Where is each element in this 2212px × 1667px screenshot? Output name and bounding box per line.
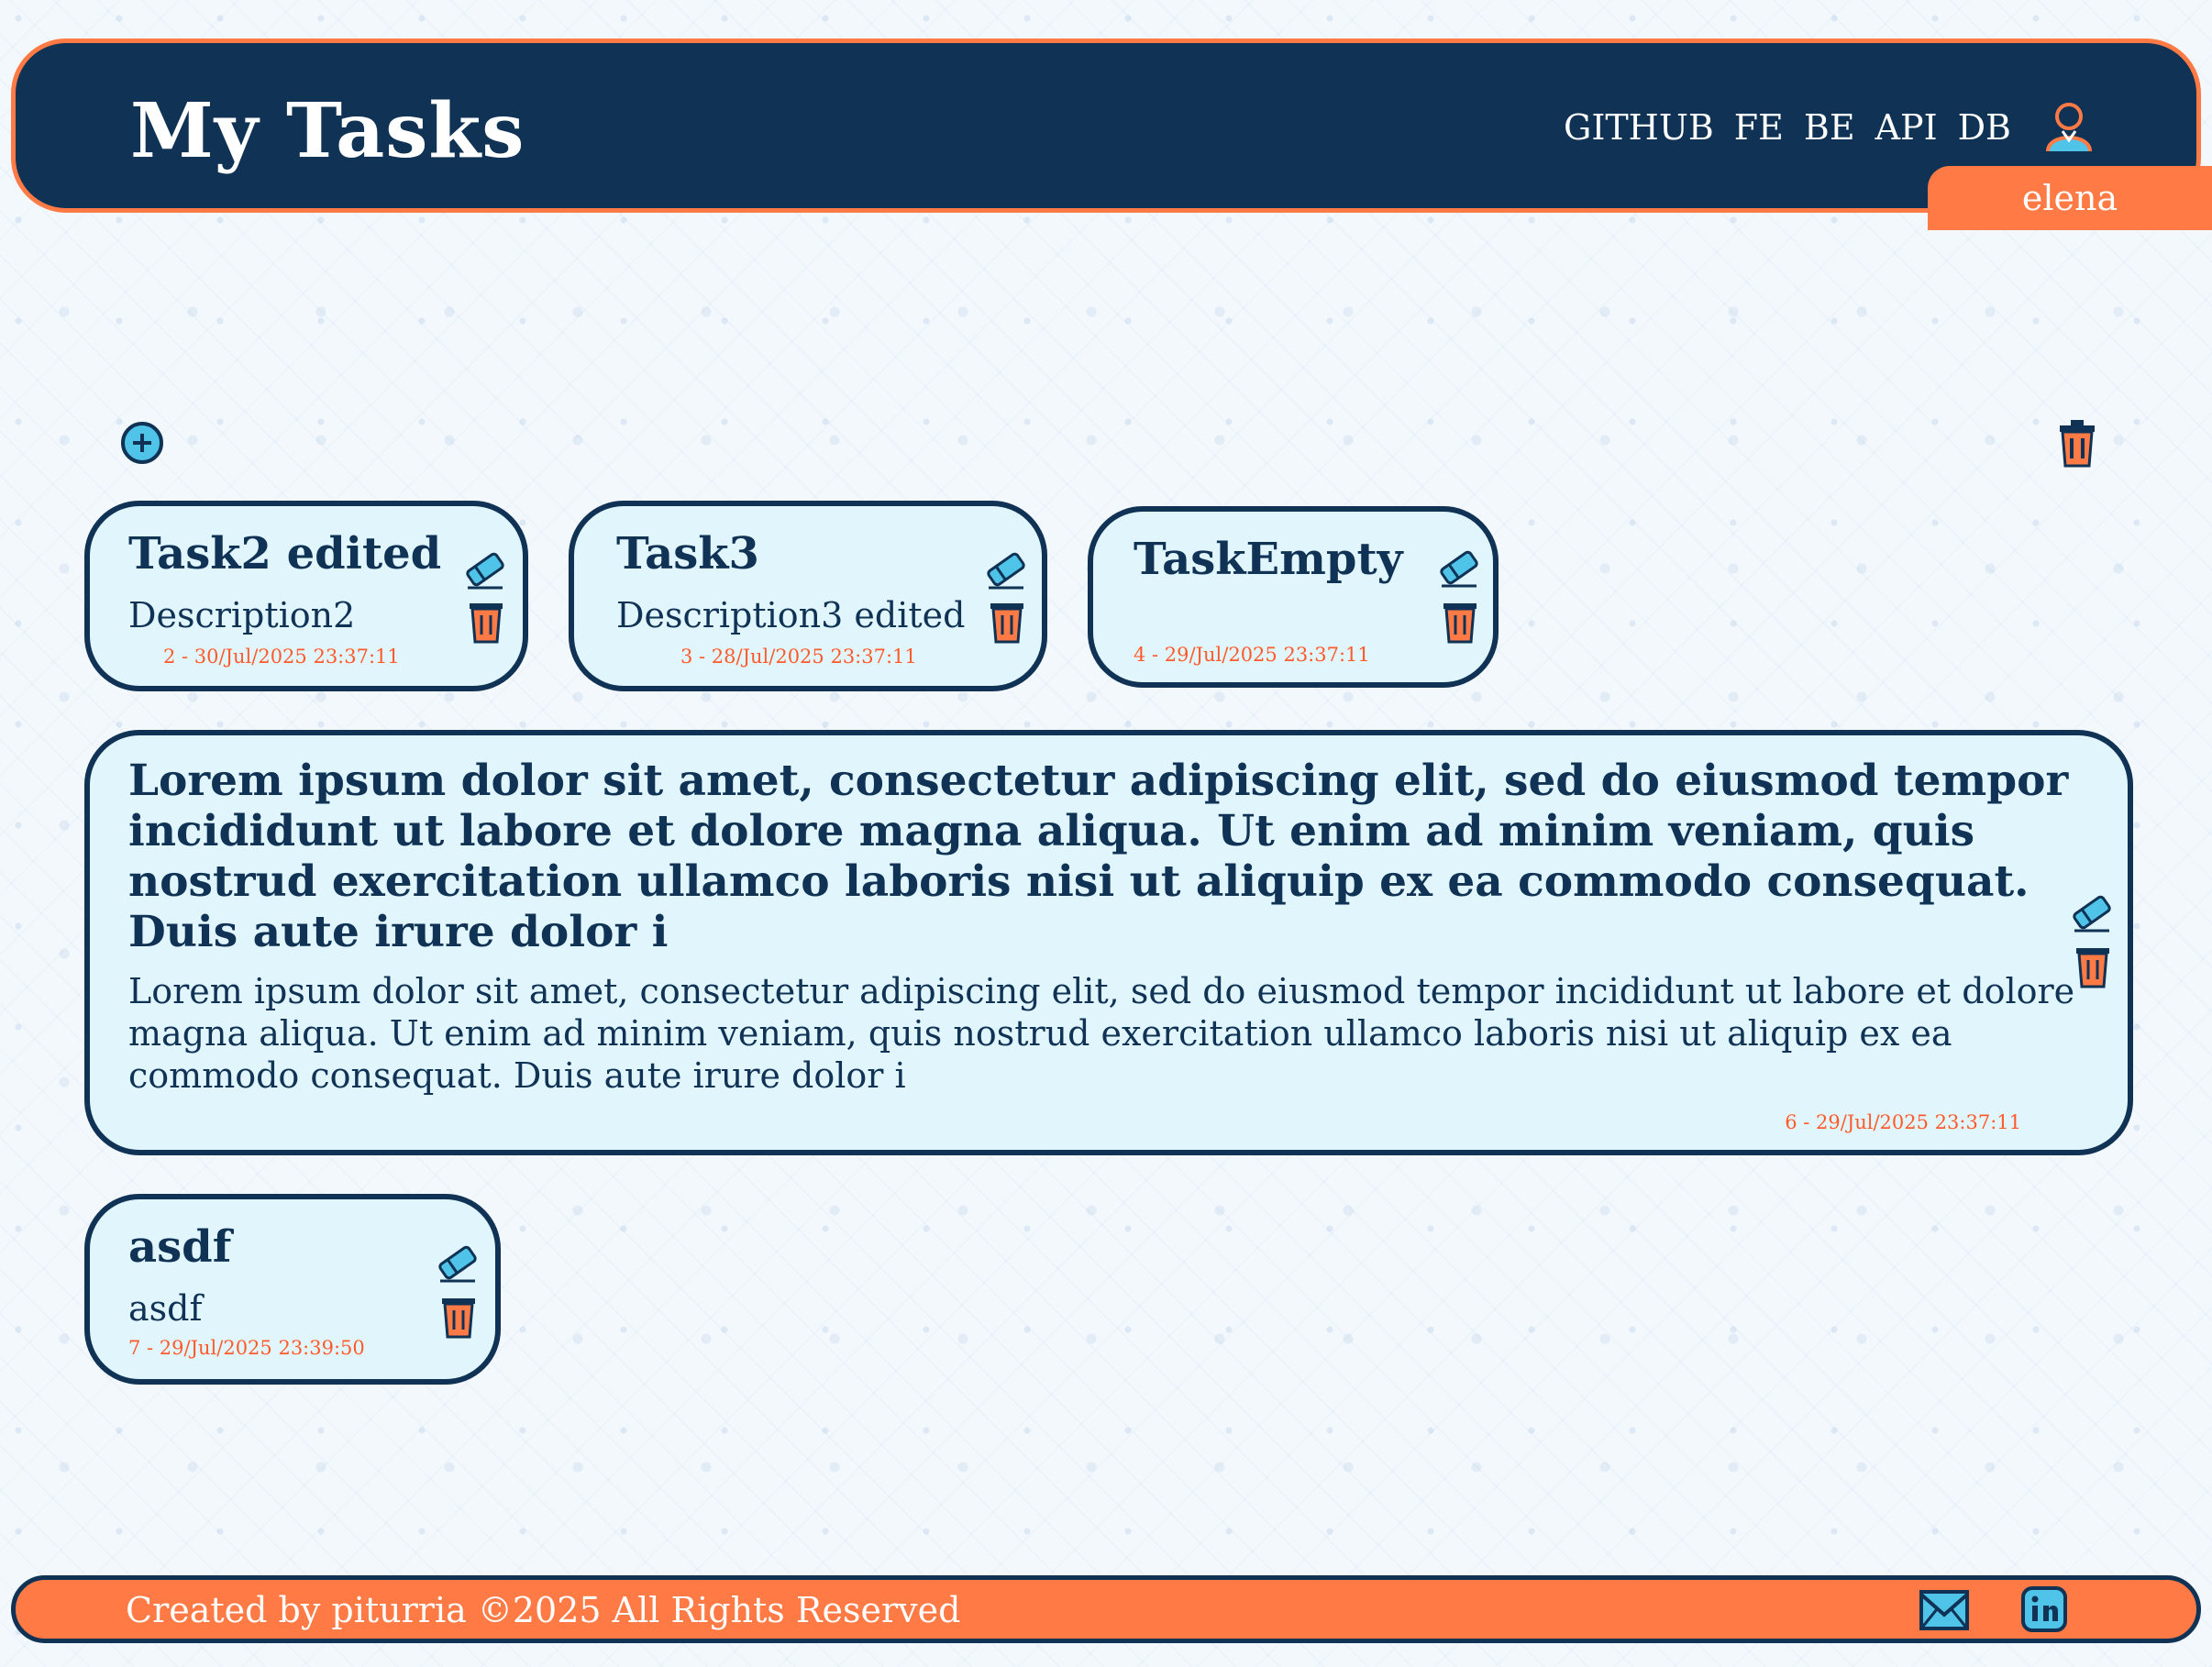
trash-delete-icon[interactable] [1442, 600, 1478, 644]
app-footer: Created by piturria ©2025 All Rights Res… [11, 1575, 2201, 1643]
task-meta: 7 - 29/Jul/2025 23:39:50 [128, 1337, 365, 1359]
nav-link-be[interactable]: BE [1804, 107, 1855, 148]
trash-delete-icon[interactable] [468, 600, 504, 644]
eraser-edit-icon[interactable] [2071, 891, 2113, 933]
username-badge: elena [1928, 166, 2212, 230]
trash-icon[interactable] [2056, 418, 2098, 468]
task-description: Description2 [128, 595, 356, 635]
linkedin-icon[interactable] [2020, 1585, 2068, 1633]
task-description: Description3 edited [616, 595, 966, 635]
task-meta: 4 - 29/Jul/2025 23:37:11 [1134, 644, 1370, 666]
task-title: TaskEmpty [1134, 534, 1403, 585]
nav-link-github[interactable]: GITHUB [1564, 107, 1714, 148]
page-title: My Tasks [130, 87, 525, 175]
task-title: Task3 [616, 528, 759, 580]
top-nav: GITHUB FE BE API DB [1564, 107, 2086, 148]
copyright-text: Created by piturria ©2025 All Rights Res… [126, 1590, 961, 1630]
task-title: asdf [128, 1221, 232, 1273]
eraser-edit-icon[interactable] [464, 548, 506, 591]
app-header: My Tasks GITHUB FE BE API DB [11, 39, 2201, 213]
nav-link-fe[interactable]: FE [1734, 107, 1784, 148]
eraser-edit-icon[interactable] [1438, 546, 1480, 589]
task-description: Lorem ipsum dolor sit amet, consectetur … [128, 971, 2075, 1096]
task-card: Lorem ipsum dolor sit amet, consectetur … [84, 730, 2133, 1155]
task-card: TaskEmpty 4 - 29/Jul/2025 23:37:11 [1088, 506, 1499, 688]
task-title: Task2 edited [128, 528, 442, 580]
trash-delete-icon[interactable] [440, 1295, 477, 1339]
task-meta: 6 - 29/Jul/2025 23:37:11 [1785, 1111, 2021, 1133]
user-icon[interactable] [2044, 100, 2094, 153]
task-card: asdf asdf 7 - 29/Jul/2025 23:39:50 [84, 1194, 501, 1385]
eraser-edit-icon[interactable] [985, 548, 1027, 591]
task-description: asdf [128, 1288, 203, 1329]
task-meta: 2 - 30/Jul/2025 23:37:11 [163, 646, 400, 668]
mail-icon[interactable] [1919, 1589, 1970, 1631]
task-card: Task2 edited Description2 2 - 30/Jul/202… [84, 501, 528, 691]
task-meta: 3 - 28/Jul/2025 23:37:11 [680, 646, 917, 668]
trash-delete-icon[interactable] [989, 600, 1025, 644]
eraser-edit-icon[interactable] [437, 1242, 479, 1284]
task-card: Task3 Description3 edited 3 - 28/Jul/202… [569, 501, 1047, 691]
nav-link-api[interactable]: API [1875, 107, 1938, 148]
trash-delete-icon[interactable] [2074, 944, 2111, 988]
plus-circle-icon[interactable] [119, 420, 165, 466]
task-title: Lorem ipsum dolor sit amet, consectetur … [128, 756, 2069, 957]
nav-link-db[interactable]: DB [1958, 107, 2011, 148]
